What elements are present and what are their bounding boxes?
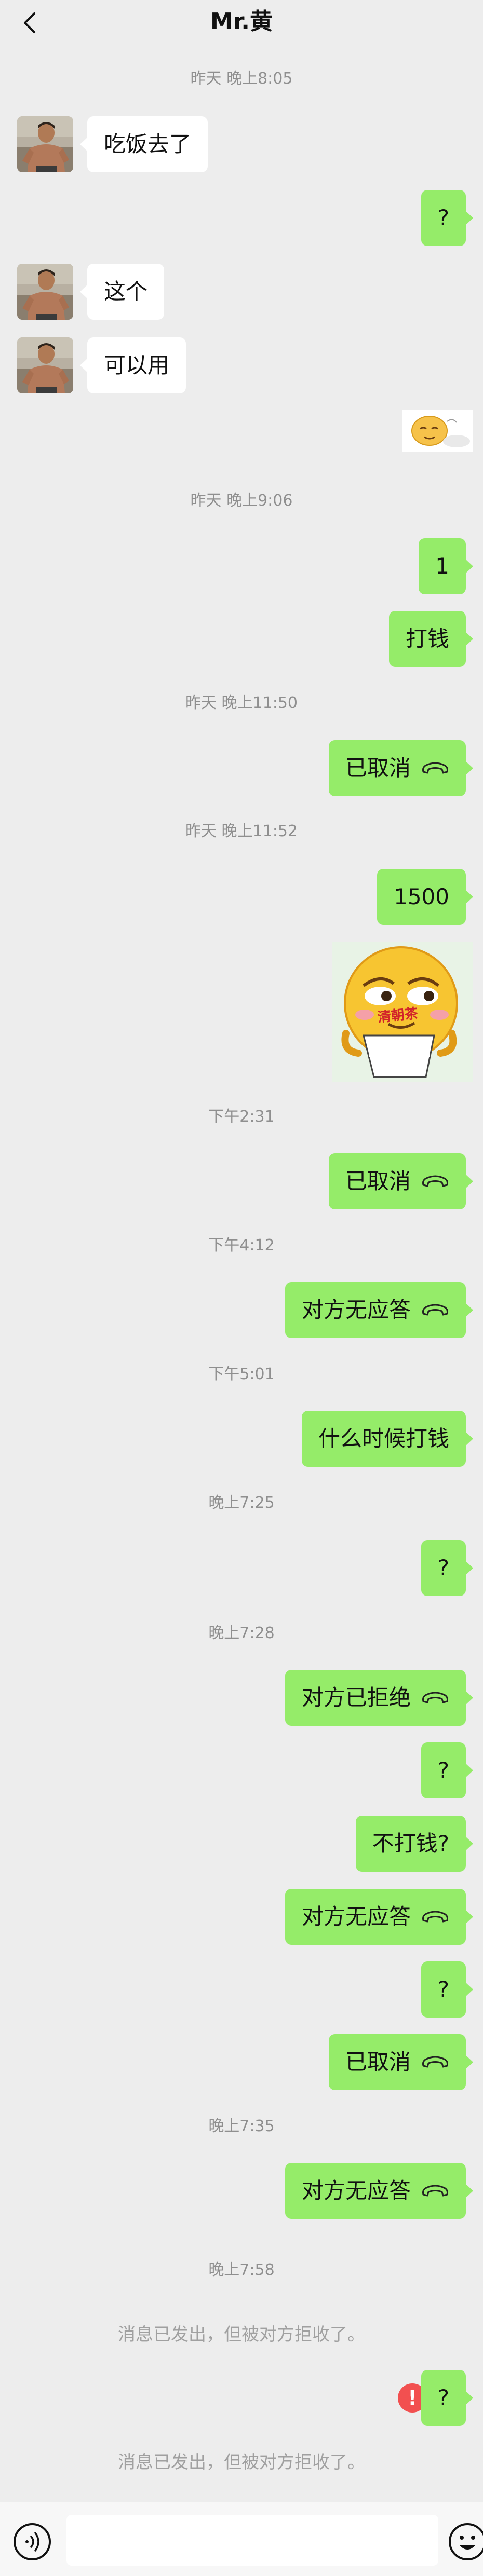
- phone-handset-icon: [421, 1691, 449, 1705]
- phone-handset-icon: [421, 761, 449, 775]
- outgoing-message[interactable]: ?: [421, 2370, 474, 2426]
- phone-handset-icon: [421, 1175, 449, 1188]
- timestamp: 下午2:31: [208, 1108, 275, 1126]
- call-status-text: 对方无应答: [301, 1297, 411, 1323]
- timestamp: 下午4:12: [208, 1236, 275, 1255]
- phone-handset-icon: [421, 1303, 449, 1317]
- call-record-bubble[interactable]: 已取消: [328, 1153, 474, 1209]
- contact-avatar[interactable]: [17, 337, 73, 393]
- call-record-bubble[interactable]: 已取消: [328, 740, 474, 796]
- outgoing-message[interactable]: 什么时候打钱: [301, 1411, 474, 1467]
- contact-avatar[interactable]: [17, 264, 73, 320]
- call-record-bubble[interactable]: 对方无应答: [285, 1282, 474, 1338]
- message-input[interactable]: [66, 2515, 438, 2566]
- sticker-sleepy-emoji[interactable]: [403, 410, 473, 452]
- timestamp: 昨天 晚上11:50: [185, 694, 298, 712]
- outgoing-message[interactable]: ?: [421, 1961, 474, 2018]
- outgoing-message[interactable]: 1: [419, 538, 473, 594]
- outgoing-message[interactable]: 不打钱?: [355, 1816, 474, 1872]
- incoming-message[interactable]: 这个: [79, 264, 165, 320]
- incoming-message[interactable]: 吃饭去了: [79, 116, 208, 172]
- outgoing-message[interactable]: ?: [421, 190, 474, 246]
- outgoing-message[interactable]: ?: [421, 1742, 474, 1798]
- incoming-message[interactable]: 可以用: [79, 337, 186, 393]
- outgoing-message[interactable]: 1500: [377, 869, 473, 925]
- timestamp: 昨天 晚上9:06: [190, 492, 293, 510]
- contact-avatar[interactable]: [17, 116, 73, 172]
- chat-header: Mr.黄: [0, 0, 483, 47]
- call-record-bubble[interactable]: 已取消: [328, 2034, 474, 2090]
- chat-title: Mr.黄: [210, 8, 273, 35]
- call-status-text: 对方已拒绝: [301, 1685, 411, 1710]
- rejected-notice: 消息已发出，但被对方拒收了。: [118, 2452, 365, 2473]
- outgoing-message[interactable]: ?: [421, 1540, 474, 1596]
- timestamp: 晚上7:35: [208, 2117, 275, 2135]
- phone-handset-icon: [421, 2184, 449, 2198]
- emoji-icon[interactable]: [448, 2522, 483, 2561]
- call-status-text: 对方无应答: [301, 2178, 411, 2203]
- phone-handset-icon: [421, 2055, 449, 2069]
- timestamp: 晚上7:25: [208, 1494, 275, 1512]
- timestamp: 昨天 晚上11:52: [185, 822, 298, 840]
- timestamp: 下午5:01: [208, 1365, 275, 1383]
- voice-icon[interactable]: [12, 2522, 52, 2561]
- phone-handset-icon: [421, 1910, 449, 1924]
- timestamp: 晚上7:28: [208, 1624, 275, 1642]
- outgoing-message[interactable]: 打钱: [388, 611, 474, 667]
- timestamp: 昨天 晚上8:05: [190, 70, 293, 88]
- call-status-text: 已取消: [345, 1168, 411, 1194]
- rejected-notice: 消息已发出，但被对方拒收了。: [118, 2324, 365, 2345]
- call-record-bubble[interactable]: 对方已拒绝: [285, 1670, 474, 1726]
- call-status-text: 对方无应答: [301, 1904, 411, 1929]
- call-status-text: 已取消: [345, 755, 411, 781]
- timestamp: 晚上7:58: [208, 2261, 275, 2279]
- call-record-bubble[interactable]: 对方无应答: [285, 1889, 474, 1945]
- input-bar: [0, 2502, 483, 2576]
- call-status-text: 已取消: [345, 2049, 411, 2075]
- call-record-bubble[interactable]: 对方无应答: [285, 2163, 474, 2219]
